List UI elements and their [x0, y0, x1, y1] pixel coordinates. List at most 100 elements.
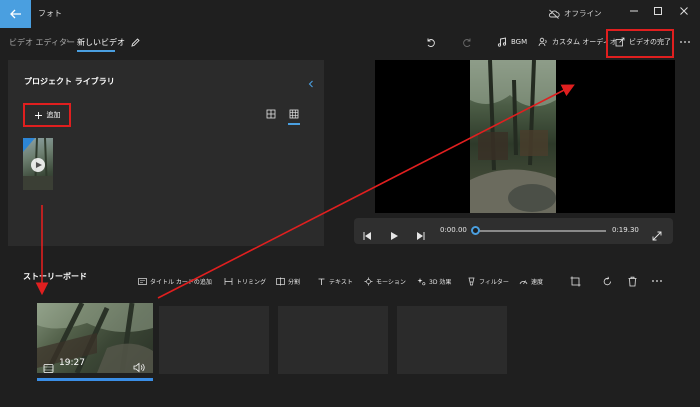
- filter-button[interactable]: フィルター: [467, 275, 509, 287]
- custom-audio-button[interactable]: カスタム オーディオ: [538, 34, 617, 50]
- close-icon: [680, 7, 688, 15]
- undo-icon: [427, 38, 435, 47]
- clip-selection-bar: [37, 378, 153, 381]
- person-audio-icon: [538, 37, 547, 47]
- 3d-effects-label: 3D 効果: [429, 278, 452, 286]
- grid-large-icon: [266, 109, 276, 119]
- skip-forward-icon: [417, 232, 425, 240]
- split-button[interactable]: 分割: [276, 275, 300, 287]
- speed-button[interactable]: 速度: [519, 275, 543, 287]
- speaker-icon: [133, 362, 145, 373]
- crop-icon: [570, 276, 581, 286]
- previous-frame-button[interactable]: [362, 226, 372, 245]
- motion-icon: [364, 277, 373, 285]
- trim-button[interactable]: トリミング: [224, 275, 266, 287]
- seek-handle[interactable]: [471, 226, 480, 235]
- project-name[interactable]: 新しいビデオ: [77, 37, 125, 48]
- skip-back-icon: [363, 232, 371, 240]
- library-video-thumbnail[interactable]: [23, 138, 53, 190]
- bgm-button[interactable]: BGM: [497, 34, 527, 50]
- small-grid-view-button[interactable]: [287, 107, 301, 121]
- rotate-icon: [603, 276, 611, 285]
- add-title-card-label: タイトル カードの追加: [150, 278, 212, 286]
- clip-duration: 19:27: [59, 358, 85, 368]
- add-title-card-button[interactable]: タイトル カードの追加: [138, 275, 212, 287]
- tree-photo-icon: [23, 138, 53, 190]
- editor-toolbar: ビデオ エディター › 新しいビデオ BGM カスタム オーディオ ビデオの完了: [0, 28, 700, 56]
- current-time: 0:00.00: [440, 226, 467, 234]
- rotate-button[interactable]: [602, 275, 613, 287]
- playback-controls: 0:00.00 0:19.30: [354, 218, 673, 244]
- split-label: 分割: [288, 278, 301, 286]
- large-grid-view-button[interactable]: [264, 107, 278, 121]
- filter-label: フィルター: [479, 278, 509, 286]
- storyboard-clip-1[interactable]: 19:27: [37, 303, 153, 373]
- storyboard-empty-slot-3[interactable]: [397, 306, 507, 374]
- 3d-effects-button[interactable]: 3D 効果: [417, 275, 451, 287]
- back-button[interactable]: [0, 0, 31, 28]
- close-button[interactable]: [666, 0, 700, 22]
- forest-scene-icon: [470, 60, 556, 213]
- finish-video-highlight: [606, 29, 674, 58]
- collapse-library-button[interactable]: [307, 74, 315, 93]
- text-label: テキスト: [329, 278, 353, 286]
- more-icon: [652, 280, 662, 282]
- breadcrumb-separator: ›: [66, 36, 70, 45]
- storyboard-more-button[interactable]: [651, 275, 663, 287]
- trim-icon: [224, 277, 233, 285]
- play-icon: [391, 232, 398, 240]
- total-time: 0:19.30: [612, 226, 639, 234]
- add-label: 追加: [46, 111, 61, 119]
- more-options-button[interactable]: [679, 34, 691, 50]
- more-icon: [680, 41, 690, 43]
- minimize-icon: [630, 10, 638, 12]
- title-bar: フォト オフライン: [0, 0, 700, 28]
- undo-button[interactable]: [425, 34, 436, 50]
- bgm-label: BGM: [511, 38, 528, 46]
- maximize-icon: [654, 7, 662, 15]
- active-view-indicator: [288, 123, 300, 125]
- storyboard-empty-slot-1[interactable]: [159, 306, 269, 374]
- app-title: フォト: [38, 9, 62, 18]
- storyboard-empty-slot-2[interactable]: [278, 306, 388, 374]
- chevron-left-icon: [308, 80, 313, 88]
- delete-button[interactable]: [627, 275, 638, 287]
- redo-icon: [463, 38, 471, 47]
- motion-button[interactable]: モーション: [364, 275, 406, 287]
- title-card-icon: [138, 277, 147, 285]
- clip-frame-icon: [43, 364, 54, 373]
- speedometer-icon: [519, 279, 528, 284]
- motion-label: モーション: [376, 278, 406, 286]
- speed-label: 速度: [531, 278, 544, 286]
- clip-duration-badge: [43, 359, 54, 373]
- project-library-panel: プロジェクト ライブラリ 追加: [8, 60, 324, 246]
- clip-volume-button[interactable]: [133, 358, 145, 373]
- filter-icon: [468, 277, 475, 285]
- video-preview[interactable]: [375, 60, 675, 213]
- plus-icon: [34, 111, 42, 119]
- offline-status: オフライン: [548, 8, 602, 19]
- play-button[interactable]: [389, 226, 399, 245]
- storyboard-title: ストーリーボード: [23, 272, 87, 281]
- split-icon: [276, 277, 285, 285]
- text-icon: [318, 278, 325, 285]
- crop-button[interactable]: [570, 275, 581, 287]
- library-title: プロジェクト ライブラリ: [24, 77, 115, 86]
- grid-small-icon: [289, 109, 299, 119]
- add-media-button[interactable]: 追加: [23, 103, 71, 127]
- back-arrow-icon: [9, 9, 21, 19]
- music-note-icon: [497, 37, 507, 47]
- cloud-offline-icon: [548, 9, 560, 19]
- preview-frame: [470, 60, 556, 213]
- trash-icon: [628, 276, 637, 286]
- fullscreen-button[interactable]: [652, 226, 662, 245]
- text-button[interactable]: テキスト: [317, 275, 353, 287]
- next-frame-button[interactable]: [416, 226, 426, 245]
- redo-button[interactable]: [462, 34, 473, 50]
- project-name-underline: [77, 50, 115, 52]
- expand-icon: [652, 231, 662, 241]
- pencil-icon: [131, 37, 140, 47]
- seek-track[interactable]: [476, 230, 606, 232]
- sparkle-icon: [417, 277, 426, 285]
- rename-button[interactable]: [130, 34, 141, 50]
